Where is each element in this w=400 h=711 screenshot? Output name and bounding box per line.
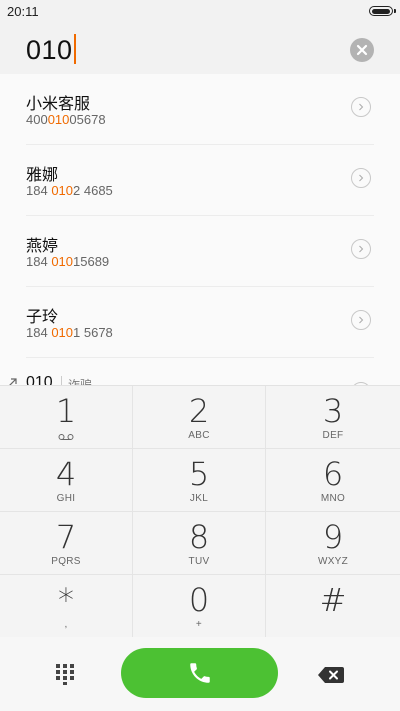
key-4[interactable]: 4 GHI bbox=[0, 449, 133, 512]
key-digit: 2 bbox=[188, 392, 210, 430]
text-caret bbox=[73, 34, 76, 64]
backspace-button[interactable] bbox=[318, 667, 344, 688]
contact-name: 子玲 bbox=[26, 309, 59, 326]
chevron-right-icon bbox=[359, 103, 364, 111]
key-digit: # bbox=[319, 581, 347, 619]
dialpad-toggle-button[interactable] bbox=[55, 663, 75, 690]
key-letters: GHI bbox=[56, 493, 76, 504]
chevron-right-icon bbox=[359, 245, 364, 253]
contact-detail-button[interactable] bbox=[351, 168, 371, 188]
key-9[interactable]: 9 WXYZ bbox=[266, 512, 400, 575]
list-item[interactable]: 雅娜 184 0102 4685 bbox=[26, 145, 374, 216]
dialpad: 1 2 ABC 3 DEF 4 GHI 5 JKL 6 MNO 7 PQRS 8… bbox=[0, 385, 400, 638]
key-7[interactable]: 7 PQRS bbox=[0, 512, 133, 575]
key-hash[interactable]: # bbox=[266, 575, 400, 638]
key-6[interactable]: 6 MNO bbox=[266, 449, 400, 512]
key-digit: 0 bbox=[188, 581, 210, 619]
key-5[interactable]: 5 JKL bbox=[133, 449, 266, 512]
dialpad-icon bbox=[56, 664, 74, 685]
key-letters: + bbox=[195, 619, 203, 630]
contact-detail-button[interactable] bbox=[351, 239, 371, 259]
key-letters: PQRS bbox=[51, 556, 81, 567]
key-digit: 9 bbox=[322, 518, 344, 556]
key-digit: 1 bbox=[55, 392, 77, 430]
action-bar bbox=[0, 637, 400, 711]
phone-icon bbox=[189, 663, 210, 683]
key-digit: 4 bbox=[55, 455, 77, 493]
status-bar: 20:11 bbox=[0, 0, 400, 22]
battery-icon bbox=[369, 6, 396, 16]
key-letters: TUV bbox=[188, 556, 210, 567]
contact-detail-button[interactable] bbox=[351, 310, 371, 330]
key-letters: MNO bbox=[320, 493, 346, 504]
key-star[interactable]: * , bbox=[0, 575, 133, 638]
recent-call-number: 010 bbox=[26, 374, 53, 385]
dial-input-bar: 010 bbox=[0, 22, 400, 75]
list-item[interactable]: 燕婷 184 01015689 bbox=[26, 216, 374, 287]
key-0[interactable]: 0 + bbox=[133, 575, 266, 638]
contact-number: 184 01015689 bbox=[26, 254, 110, 269]
clear-button[interactable] bbox=[350, 38, 374, 62]
contact-number: 184 0101 5678 bbox=[26, 325, 113, 340]
dial-input[interactable]: 010 bbox=[26, 34, 76, 66]
contact-number: 40001005678 bbox=[26, 112, 106, 127]
key-letters: ABC bbox=[188, 430, 210, 441]
key-digit: 6 bbox=[322, 455, 344, 493]
list-item[interactable]: 小米客服 40001005678 bbox=[26, 74, 374, 145]
key-letters: DEF bbox=[322, 430, 344, 441]
key-digit: * bbox=[58, 581, 74, 619]
results-list: 小米客服 40001005678 雅娜 184 0102 4685 燕婷 184… bbox=[0, 74, 400, 385]
key-digit: 5 bbox=[188, 455, 210, 493]
contact-detail-button[interactable] bbox=[351, 97, 371, 117]
key-digit: 8 bbox=[188, 518, 210, 556]
key-1[interactable]: 1 bbox=[0, 386, 133, 449]
key-digit: 7 bbox=[55, 518, 77, 556]
chevron-right-icon bbox=[359, 174, 364, 182]
call-button[interactable] bbox=[121, 648, 278, 698]
key-3[interactable]: 3 DEF bbox=[266, 386, 400, 449]
contact-name: 燕婷 bbox=[26, 238, 59, 255]
key-letters: JKL bbox=[189, 493, 209, 504]
dial-input-text: 010 bbox=[26, 35, 73, 65]
contact-number: 184 0102 4685 bbox=[26, 183, 113, 198]
backspace-icon bbox=[318, 667, 344, 683]
voicemail-icon bbox=[58, 434, 74, 440]
clear-icon bbox=[356, 44, 368, 56]
key-8[interactable]: 8 TUV bbox=[133, 512, 266, 575]
divider bbox=[61, 376, 62, 385]
contact-name: 雅娜 bbox=[26, 167, 59, 184]
key-letters: , bbox=[64, 619, 68, 630]
key-digit: 3 bbox=[322, 392, 344, 430]
chevron-right-icon bbox=[359, 316, 364, 324]
key-2[interactable]: 2 ABC bbox=[133, 386, 266, 449]
key-letters: WXYZ bbox=[317, 556, 349, 567]
status-time: 20:11 bbox=[7, 4, 39, 19]
contact-name: 小米客服 bbox=[26, 96, 91, 113]
recent-call-tag: 诈骗 bbox=[68, 378, 93, 385]
recent-call-item[interactable]: 010 诈骗 bbox=[0, 374, 400, 385]
list-item[interactable]: 子玲 184 0101 5678 bbox=[26, 287, 374, 358]
outgoing-call-icon bbox=[9, 378, 17, 385]
